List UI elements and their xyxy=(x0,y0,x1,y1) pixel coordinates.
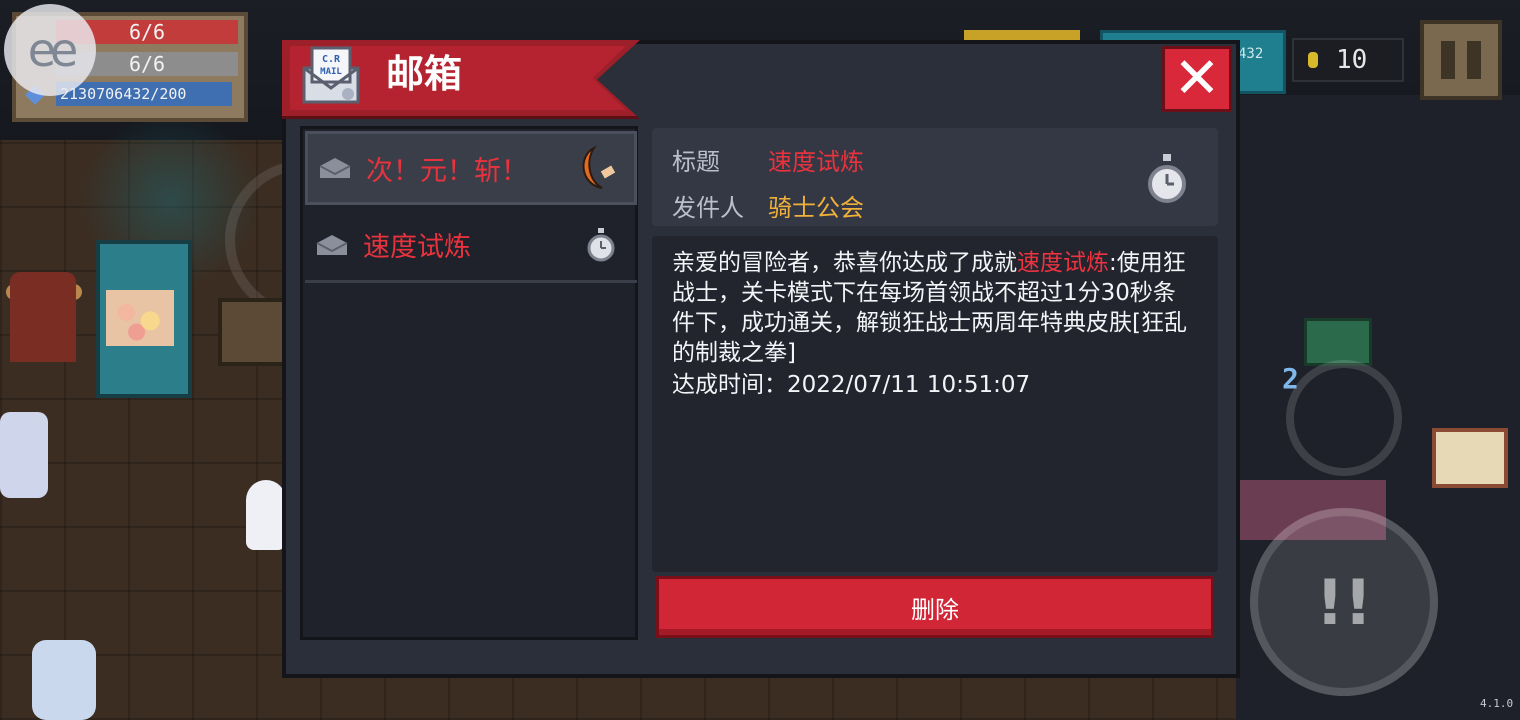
mail-list: 次！元！斩！ 速度试炼 xyxy=(300,126,638,640)
stopwatch-icon xyxy=(579,221,623,269)
close-button[interactable]: ✕ xyxy=(1162,46,1232,112)
mail-body-prefix: 亲爱的冒险者，恭喜你达成了成就 xyxy=(672,250,1017,276)
mail-item-label: 速度试炼 xyxy=(363,232,471,263)
svg-text:MAIL: MAIL xyxy=(320,67,342,77)
npc-wolf xyxy=(32,640,96,720)
notice-board xyxy=(1432,428,1508,488)
delete-button-label: 删除 xyxy=(911,595,959,624)
crescent-blade-icon xyxy=(576,144,620,192)
delete-button[interactable]: 删除 xyxy=(656,576,1214,638)
sender-field-value: 骑士公会 xyxy=(768,194,864,222)
mail-item[interactable]: 速度试炼 xyxy=(305,209,637,283)
npc-ghost xyxy=(246,480,286,550)
mail-body-text: 亲爱的冒险者，恭喜你达成了成就速度试炼:使用狂战士，关卡模式下在每场首领战不超过… xyxy=(672,248,1198,368)
stopwatch-icon xyxy=(1148,154,1186,203)
mail-item[interactable]: 次！元！斩！ xyxy=(305,131,637,205)
npc-left xyxy=(0,412,48,498)
skill-icon: !! xyxy=(1315,565,1373,639)
pause-icon-right xyxy=(1467,41,1481,79)
title-field-value: 速度试炼 xyxy=(768,148,864,176)
wooden-chest xyxy=(218,298,286,366)
gashapon-capsules xyxy=(106,290,174,346)
mail-achieved-time: 达成时间：2022/07/11 10:51:07 xyxy=(672,372,1031,398)
sender-field-label: 发件人 xyxy=(672,194,744,222)
app-overlay-logo: ee xyxy=(4,4,96,96)
gem-counter-text: 432 xyxy=(1238,46,1264,62)
coin-count: 10 xyxy=(1336,45,1368,75)
pause-button[interactable] xyxy=(1420,20,1502,100)
mail-envelope-icon: C.R MAIL xyxy=(302,46,360,104)
mail-item-label: 次！元！斩！ xyxy=(366,155,528,187)
energy-bar: 2130706432/200 xyxy=(56,82,232,106)
skill-button[interactable]: !! xyxy=(1250,508,1438,696)
pause-icon-left xyxy=(1441,41,1455,79)
mail-body-highlight: 速度试炼 xyxy=(1017,250,1109,276)
coin-counter: 10 xyxy=(1292,38,1404,82)
overlay-logo-text: ee xyxy=(27,23,79,77)
svg-text:C.R: C.R xyxy=(322,54,341,65)
version-label: 4.1.0 xyxy=(1480,697,1514,710)
dialog-title: 邮箱 xyxy=(386,52,463,96)
coin-icon xyxy=(1308,52,1318,68)
close-icon: ✕ xyxy=(1173,46,1221,111)
title-field-label: 标题 xyxy=(672,148,720,176)
weapon-swap-count: 2 xyxy=(1282,362,1299,395)
npc-cowboy xyxy=(10,272,76,362)
green-crate xyxy=(1304,318,1372,366)
envelope-open-icon xyxy=(319,158,351,178)
weapon-swap-button[interactable] xyxy=(1286,360,1402,476)
envelope-open-icon xyxy=(316,234,348,255)
